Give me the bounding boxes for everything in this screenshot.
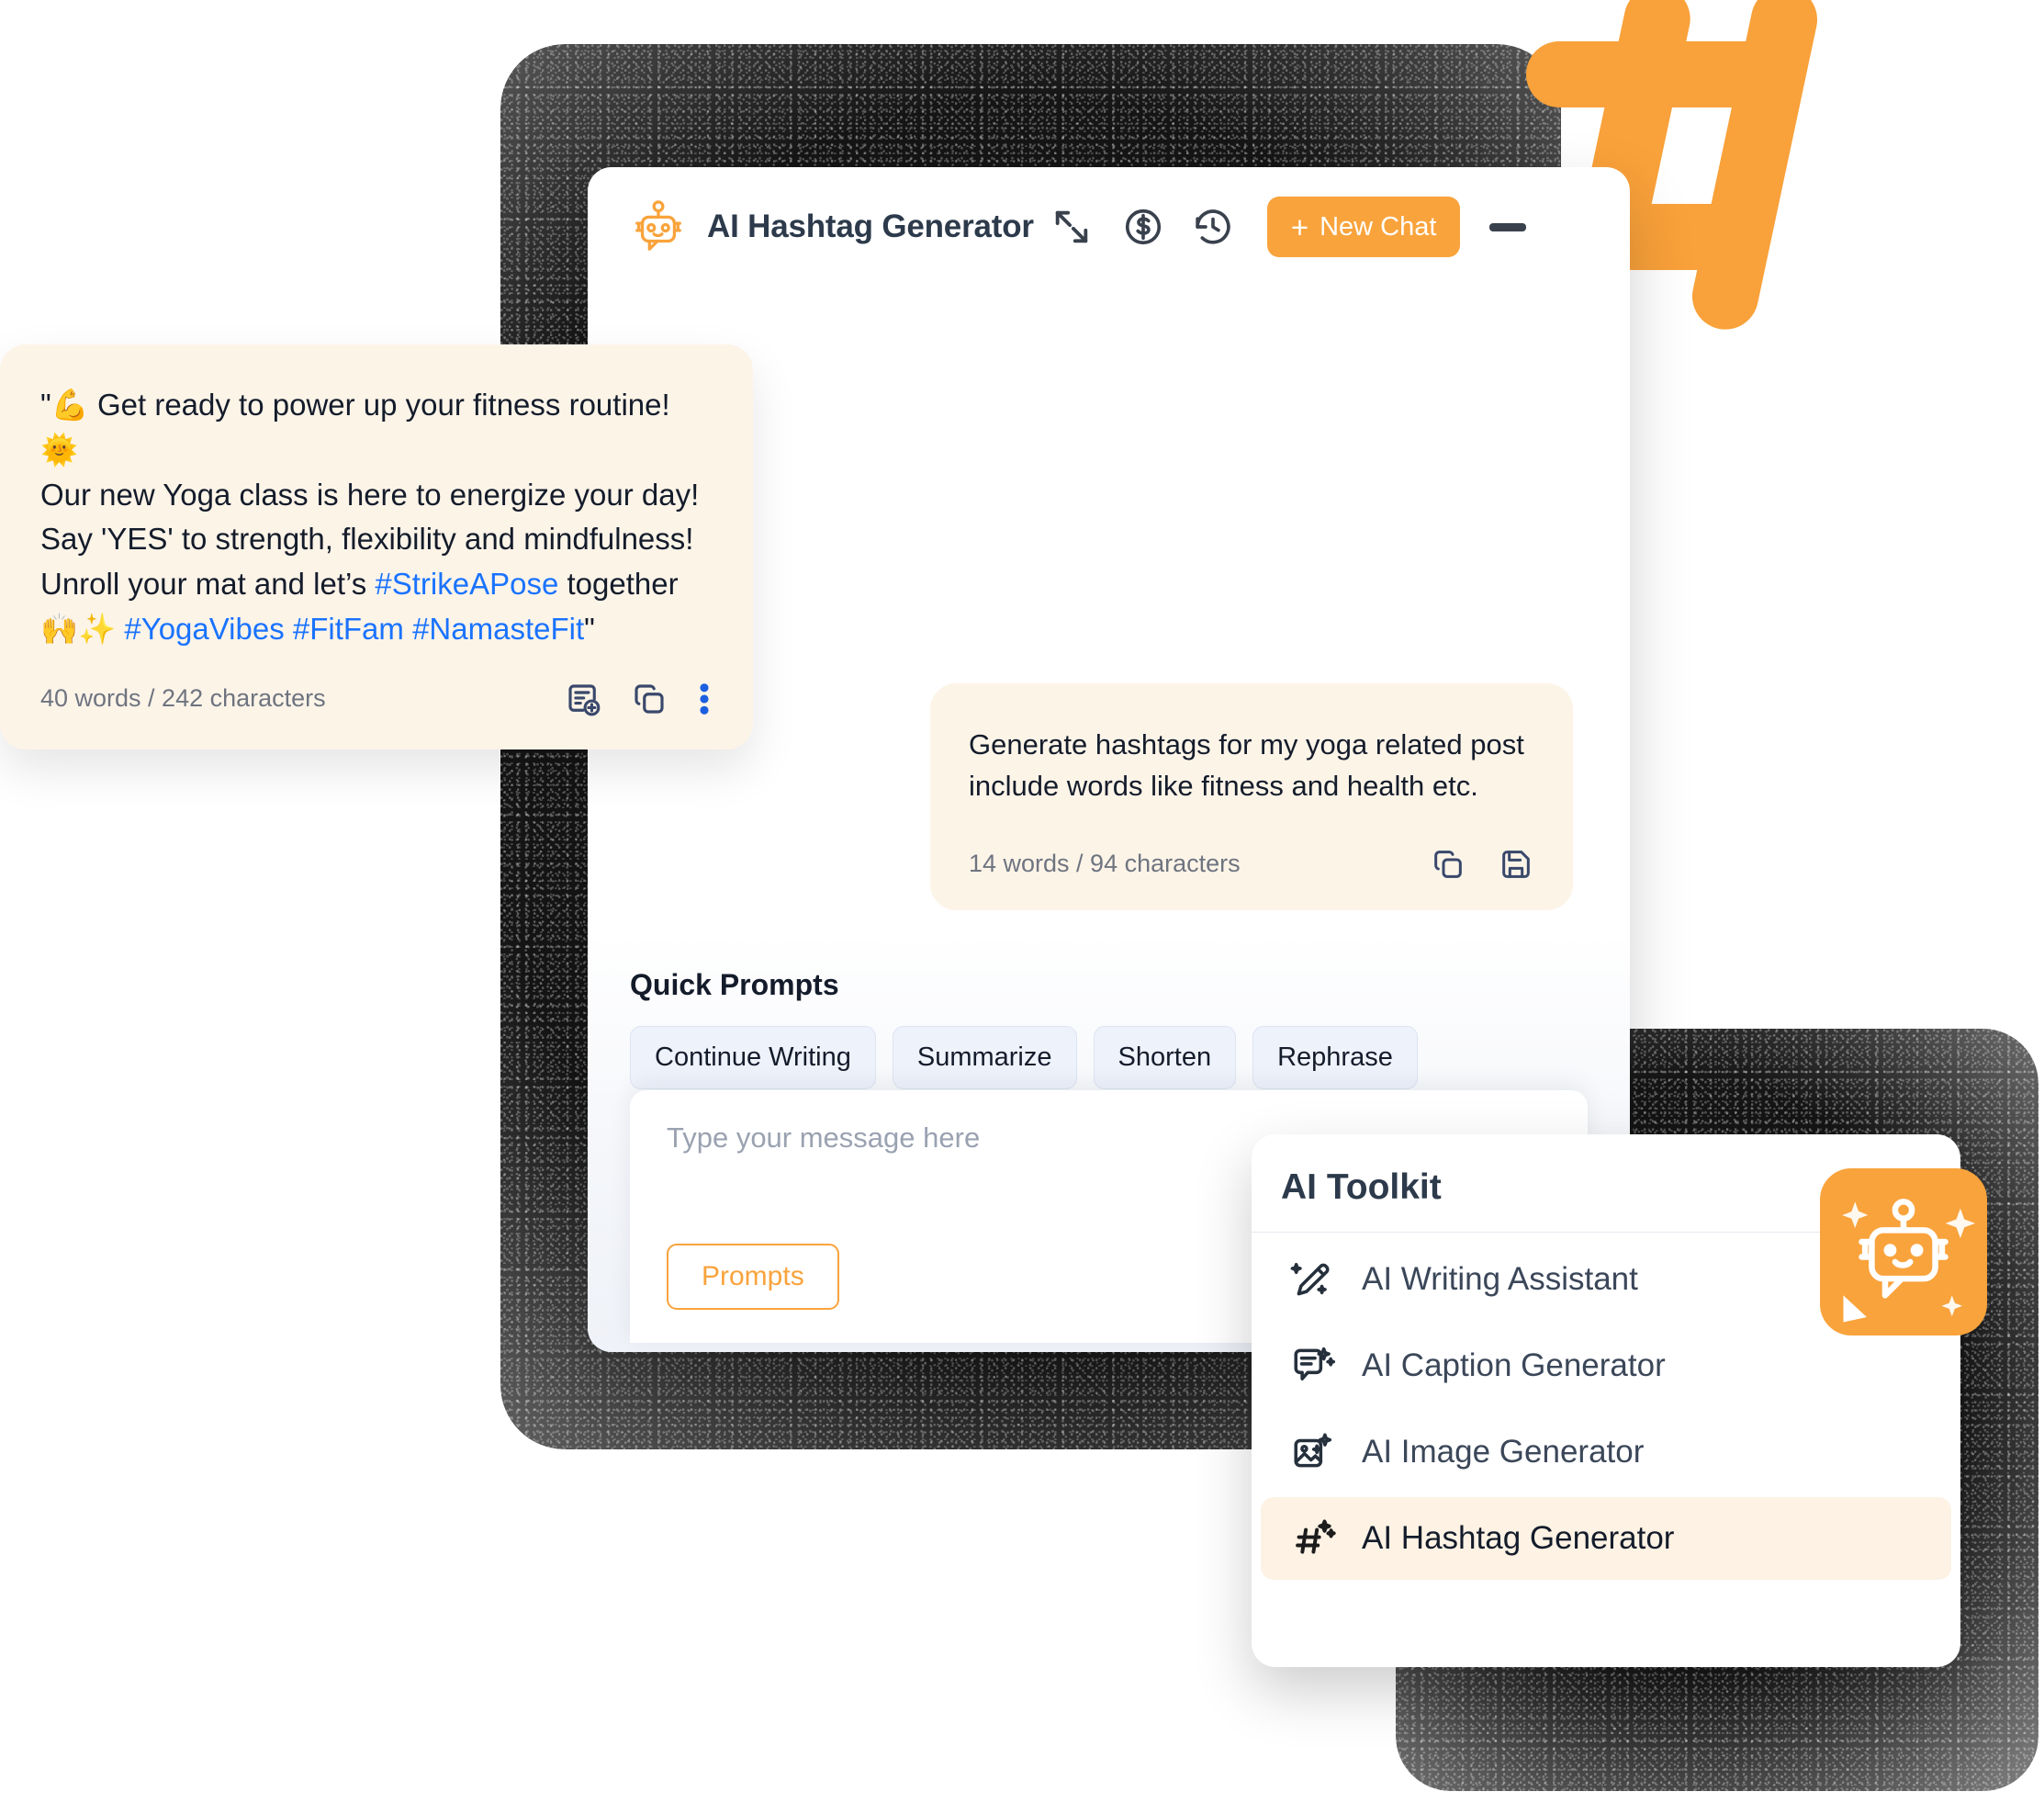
hashtag-namastefit[interactable]: #NamasteFit [412,612,584,646]
sun-emoji: 🌞 [40,432,79,467]
copy-icon[interactable] [630,680,668,718]
hashtag-fitfam[interactable]: #FitFam [293,612,404,646]
more-vertical-icon[interactable] [696,680,713,718]
quote-close: " [584,612,595,647]
prompts-button[interactable]: Prompts [667,1244,839,1310]
quote-open: " [40,388,51,422]
hashtag-strikeapose[interactable]: #StrikeAPose [375,567,558,601]
robot-badge-button[interactable] [1820,1168,1987,1335]
copy-icon[interactable] [1430,846,1466,883]
expand-arrows-icon[interactable] [1050,206,1093,248]
toolkit-item-label: AI Image Generator [1362,1434,1645,1470]
quick-prompt-chip[interactable]: Continue Writing [630,1026,876,1089]
assistant-line-4b: together [558,567,679,602]
history-clock-icon[interactable] [1192,206,1234,248]
assistant-line-1: Get ready to power up your fitness routi… [88,388,670,422]
quick-prompt-chip[interactable]: Summarize [892,1026,1077,1089]
assistant-word-count: 40 words / 242 characters [40,684,326,713]
plus-icon: + [1290,209,1309,244]
robot-badge-icon [1842,1199,1976,1323]
magic-pencil-icon [1290,1262,1330,1296]
hands-sparkle-emoji: 🙌✨ [40,612,117,647]
toolkit-item-label: AI Hashtag Generator [1362,1520,1675,1556]
hashtag-yogavibes[interactable]: #YogaVibes [124,612,284,646]
robot-icon [635,200,681,251]
assistant-message-meta: 40 words / 242 characters [40,680,713,718]
chat-header: AI Hashtag Generator + New Chat [588,167,1630,287]
user-message-bubble: Generate hashtags for my yoga related po… [930,683,1573,910]
user-line-1: Generate hashtags for my yoga related po… [969,728,1524,761]
assistant-message-text: "💪 Get ready to power up your fitness ro… [40,383,713,652]
assistant-message-actions [564,680,713,718]
minimize-icon[interactable] [1489,222,1527,231]
new-chat-label: New Chat [1320,211,1437,242]
image-sparkle-icon [1294,1433,1332,1468]
assistant-line-2: Our new Yoga class is here to energize y… [40,477,700,512]
toolkit-item-label: AI Writing Assistant [1362,1261,1638,1297]
user-message-meta: 14 words / 94 characters [969,846,1534,883]
quick-prompt-chip[interactable]: Shorten [1093,1026,1237,1089]
page-title: AI Hashtag Generator [707,208,1034,244]
quick-prompts-row-1: Continue Writing Summarize Shorten Rephr… [630,1026,1630,1089]
toolkit-item-label: AI Caption Generator [1362,1347,1666,1383]
hashtag-sparkle-icon [1296,1519,1336,1554]
new-chat-button[interactable]: + New Chat [1266,197,1461,257]
caption-sparkle-icon [1294,1347,1336,1380]
dollar-circle-icon[interactable] [1122,206,1164,248]
toolkit-item-hashtag-generator[interactable]: AI Hashtag Generator [1261,1497,1951,1580]
toolkit-item-image-generator[interactable]: AI Image Generator [1261,1411,1951,1493]
user-word-count: 14 words / 94 characters [969,850,1241,877]
quick-prompt-chip[interactable]: Rephrase [1252,1026,1418,1089]
user-line-2: include words like fitness and health et… [969,770,1478,803]
save-icon[interactable] [1498,846,1534,883]
quick-prompts-title: Quick Prompts [630,968,839,1001]
insert-to-document-icon[interactable] [564,680,602,718]
user-message-text: Generate hashtags for my yoga related po… [969,724,1534,807]
assistant-line-3: Say 'YES' to strength, flexibility and m… [40,522,694,557]
flex-emoji: 💪 [51,388,89,422]
assistant-message-bubble: "💪 Get ready to power up your fitness ro… [0,344,753,749]
user-message-actions [1430,846,1534,883]
screenshot-root: AI Hashtag Generator + New Chat Generate… [0,0,2044,1803]
toolkit-item-caption-generator[interactable]: AI Caption Generator [1261,1324,1951,1407]
assistant-line-4a: Unroll your mat and let’s [40,567,376,602]
